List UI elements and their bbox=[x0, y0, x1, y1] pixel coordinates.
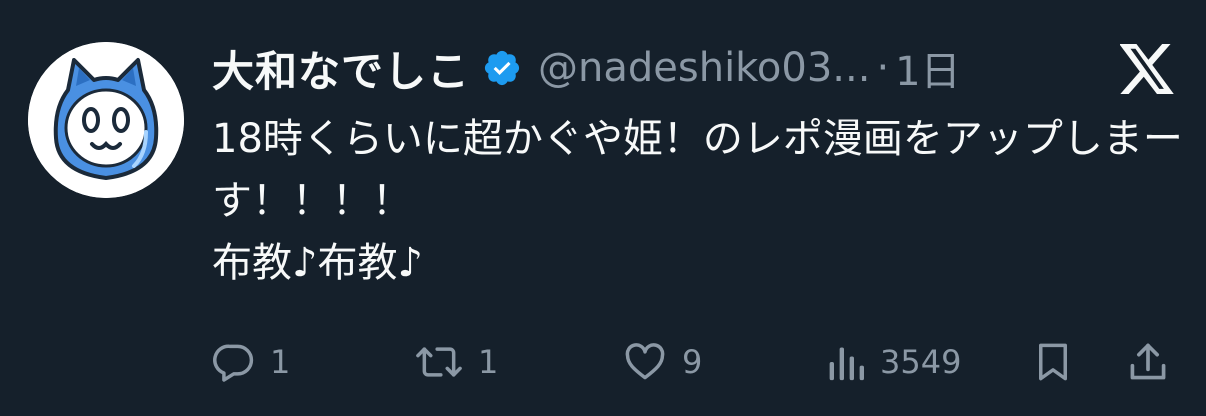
display-name[interactable]: 大和なでしこ bbox=[212, 38, 470, 99]
repost-count: 1 bbox=[478, 343, 499, 381]
bookmark-icon bbox=[1032, 340, 1074, 384]
avatar-cat-image bbox=[28, 42, 184, 198]
bookmark-button[interactable] bbox=[1032, 330, 1074, 394]
avatar[interactable] bbox=[28, 42, 184, 198]
share-button[interactable] bbox=[1126, 330, 1170, 394]
like-count: 9 bbox=[682, 343, 703, 381]
reply-icon bbox=[212, 340, 256, 384]
tweet-card[interactable]: 大和なでしこ @nadeshiko03... · 1日 18時くらいに超かぐや姫… bbox=[0, 0, 1206, 416]
share-icon bbox=[1126, 340, 1170, 384]
timestamp[interactable]: 1日 bbox=[895, 39, 960, 97]
like-button[interactable]: 9 bbox=[622, 330, 702, 394]
tweet-header: 大和なでしこ @nadeshiko03... · 1日 bbox=[212, 38, 961, 98]
repost-button[interactable]: 1 bbox=[414, 330, 498, 394]
tweet-actions: 1 1 9 3549 bbox=[0, 330, 1206, 394]
reply-count: 1 bbox=[270, 343, 291, 381]
views-bar-chart-icon bbox=[826, 340, 866, 384]
verified-badge-icon bbox=[482, 48, 522, 88]
repost-icon bbox=[414, 340, 464, 384]
reply-button[interactable]: 1 bbox=[212, 330, 290, 394]
x-logo-icon[interactable] bbox=[1119, 44, 1176, 94]
views-count: 3549 bbox=[880, 343, 962, 381]
heart-icon bbox=[622, 340, 668, 384]
views-button[interactable]: 3549 bbox=[826, 330, 961, 394]
user-handle[interactable]: @nadeshiko03... bbox=[538, 45, 870, 91]
separator-dot: · bbox=[876, 45, 890, 91]
tweet-text: 18時くらいに超かぐや姫！のレポ漫画をアップしまーす！！！！ 布教♪布教♪ bbox=[212, 116, 1183, 286]
